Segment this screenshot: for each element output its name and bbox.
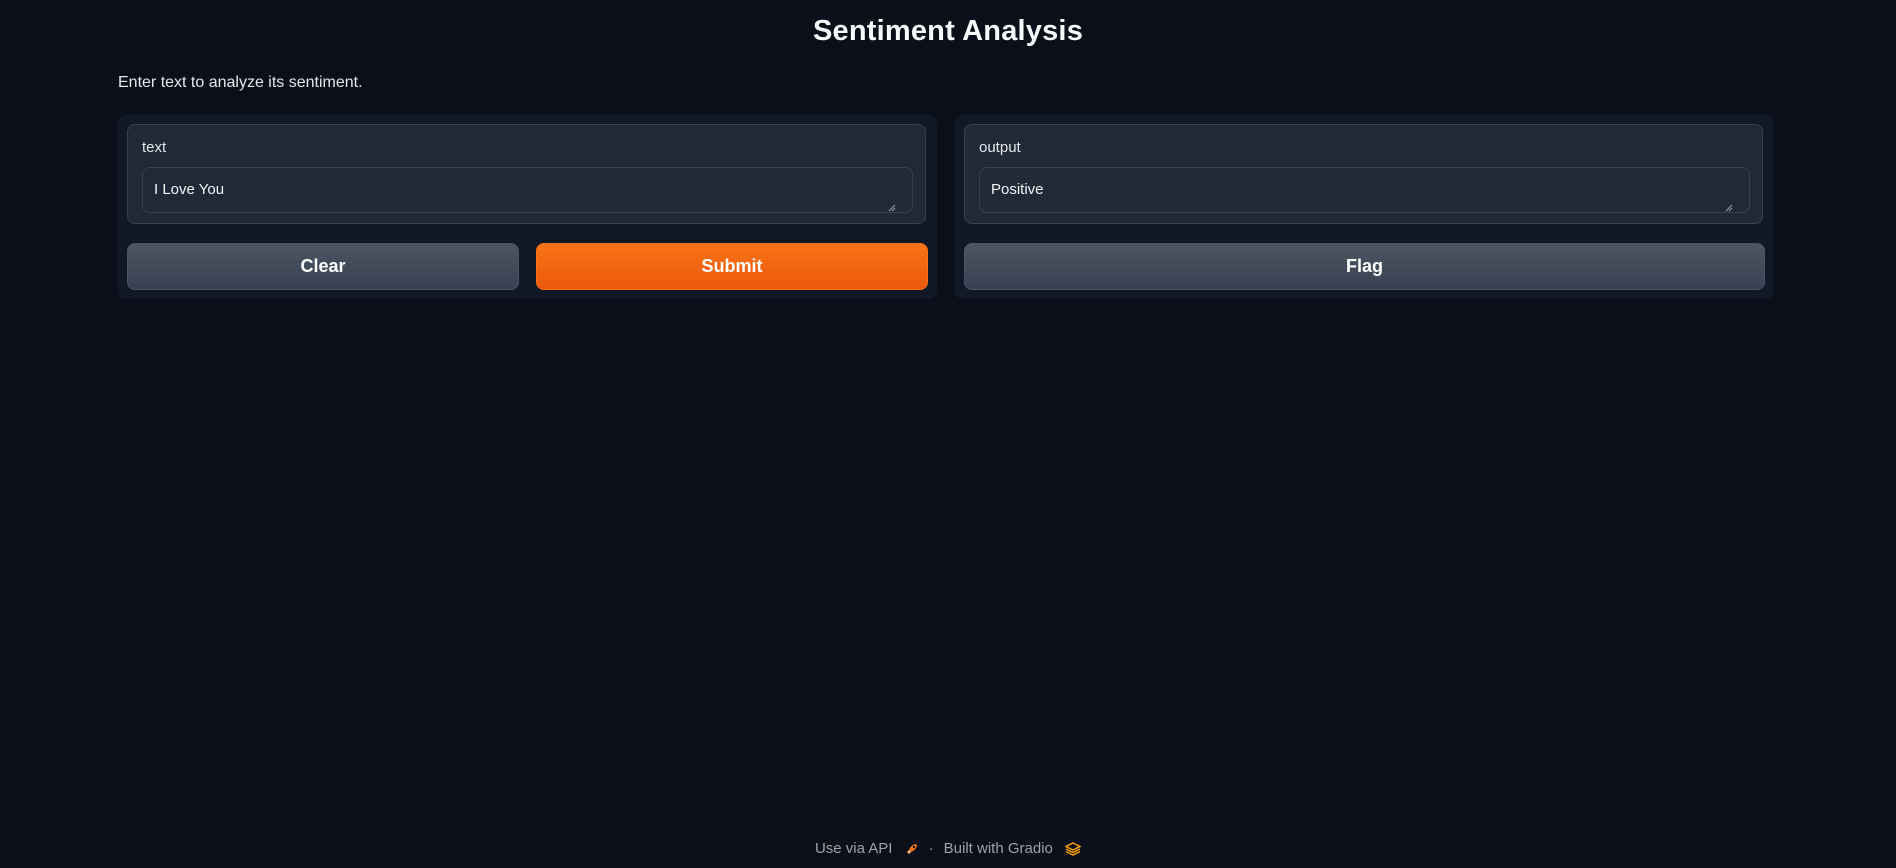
page-title: Sentiment Analysis (812, 15, 1084, 47)
gradio-logo-icon (1065, 842, 1082, 856)
text-input-label: text (142, 139, 167, 156)
submit-button[interactable]: Submit (536, 243, 928, 290)
resize-handle-icon[interactable] (888, 204, 896, 212)
api-link-label: Use via API (814, 840, 893, 857)
built-with-label: Built with Gradio (943, 840, 1053, 857)
page-description: Enter text to analyze its sentiment. (118, 74, 363, 91)
text-input-field[interactable]: I Love You (142, 167, 913, 213)
output-field[interactable]: Positive (979, 167, 1750, 213)
footer-separator: · (928, 840, 934, 857)
rocket-icon (906, 844, 917, 855)
footer: Use via API · Built with Gradio (0, 840, 1896, 857)
output-panel: output Positive Flag (955, 115, 1774, 299)
app-root: Sentiment Analysis Enter text to analyze… (0, 0, 1896, 868)
output-block: output Positive (964, 124, 1763, 224)
clear-button[interactable]: Clear (127, 243, 519, 290)
built-with-gradio-link[interactable]: Built with Gradio (943, 840, 1082, 857)
use-via-api-link[interactable]: Use via API (815, 840, 919, 857)
output-label: output (979, 139, 1021, 156)
text-input-block: text I Love You (127, 124, 926, 224)
input-panel: text I Love You Clear Submit (118, 115, 937, 299)
flag-button[interactable]: Flag (964, 243, 1765, 290)
resize-handle-icon[interactable] (1725, 204, 1733, 212)
